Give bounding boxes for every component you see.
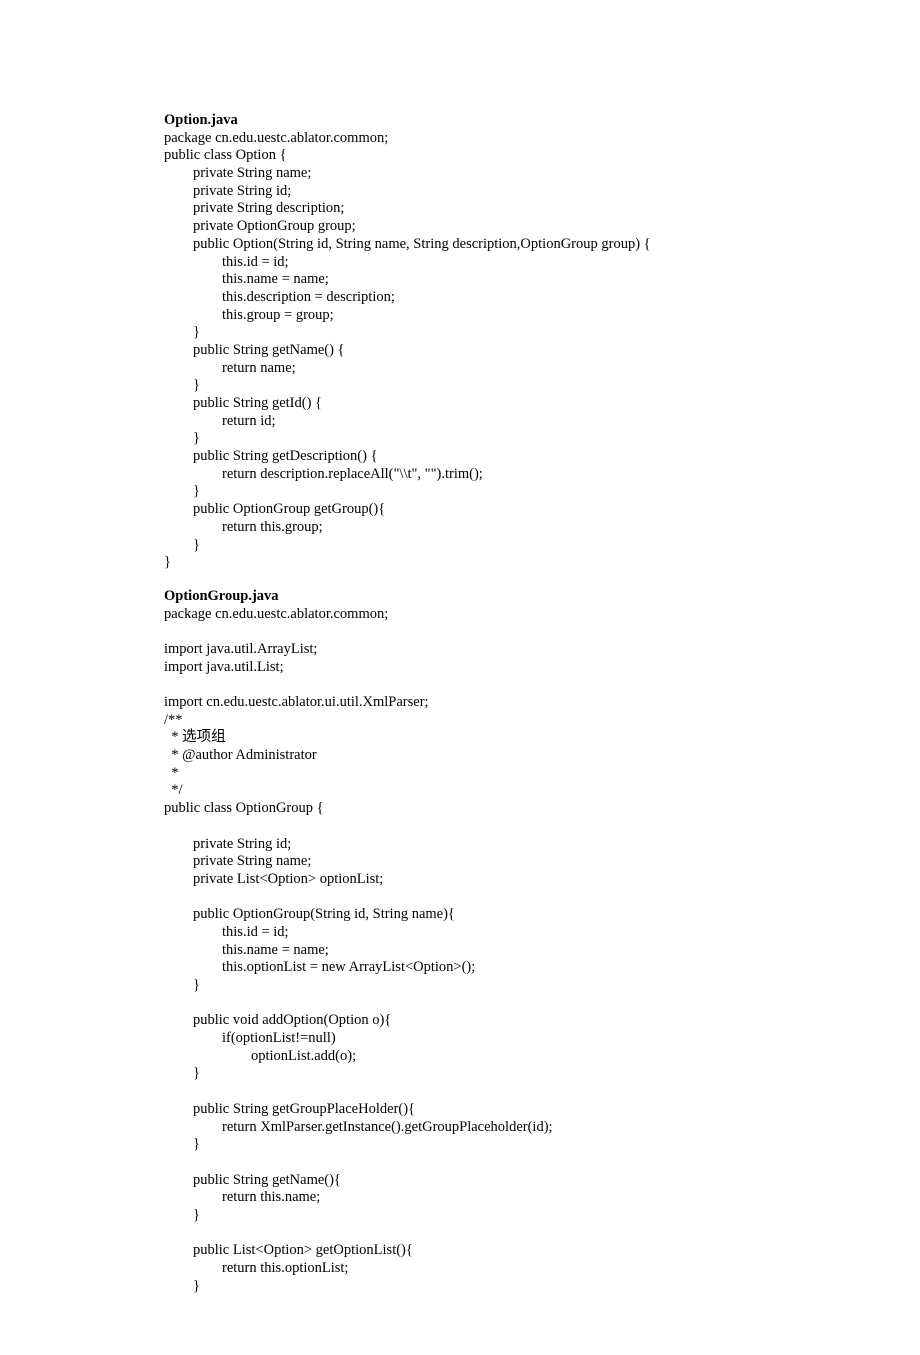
file-section-optiongroup: OptionGroup.java package cn.edu.uestc.ab… <box>164 588 756 1296</box>
file-code-optiongroup: package cn.edu.uestc.ablator.common; imp… <box>164 606 756 1296</box>
file-heading-optiongroup: OptionGroup.java <box>164 588 756 606</box>
file-code-option: package cn.edu.uestc.ablator.common; pub… <box>164 130 756 572</box>
file-section-option: Option.java package cn.edu.uestc.ablator… <box>164 112 756 572</box>
file-heading-option: Option.java <box>164 112 756 130</box>
